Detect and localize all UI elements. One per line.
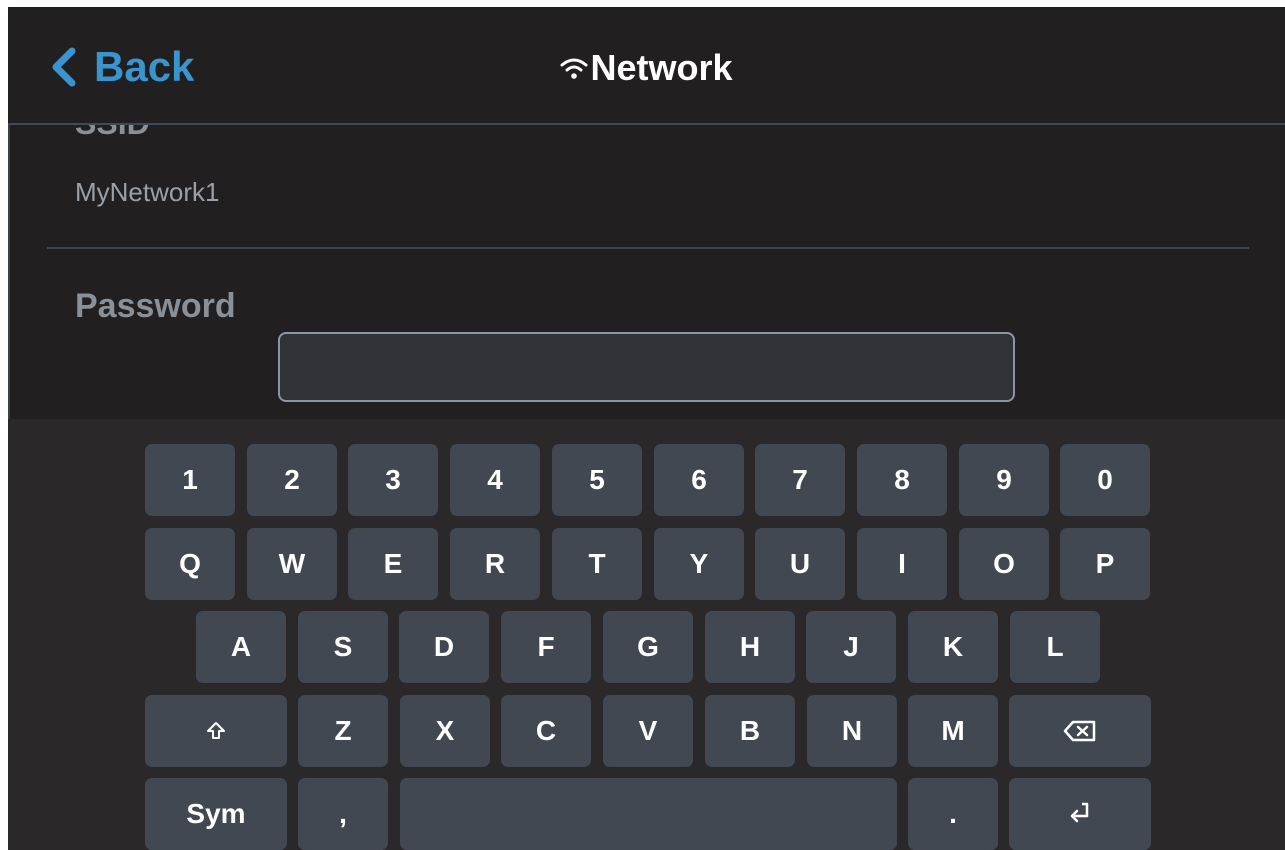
key-p[interactable]: P: [1060, 528, 1150, 600]
key-f[interactable]: F: [501, 611, 591, 683]
comma-key[interactable]: ,: [298, 778, 388, 850]
key-label: V: [638, 715, 658, 746]
key-y[interactable]: Y: [654, 528, 744, 600]
enter-return-icon: [1070, 802, 1089, 823]
key-label: X: [435, 715, 455, 746]
key-9[interactable]: 9: [959, 444, 1049, 516]
key-label: H: [739, 631, 761, 662]
key-4[interactable]: 4: [450, 444, 540, 516]
key-j[interactable]: J: [806, 611, 896, 683]
key-0[interactable]: 0: [1060, 444, 1150, 516]
on-screen-keyboard: Sym , . 1 2 3 4 5 6 7 8 9 0 Q W E R T Y U I O P A S D F G H J K L Z X C…: [8, 419, 1285, 850]
key-label: E: [383, 548, 403, 579]
page-title-text: Network: [590, 47, 733, 88]
comma-key-label: ,: [339, 798, 347, 829]
ssid-value: MyNetwork1: [75, 177, 220, 207]
key-3[interactable]: 3: [348, 444, 438, 516]
key-q[interactable]: Q: [145, 528, 235, 600]
network-settings-panel: SSID MyNetwork1 Password: [8, 125, 1285, 419]
key-label: 8: [894, 464, 910, 495]
key-z[interactable]: Z: [298, 695, 388, 767]
key-label: 9: [996, 464, 1012, 495]
key-8[interactable]: 8: [857, 444, 947, 516]
sym-key[interactable]: Sym: [145, 778, 287, 850]
key-label: F: [537, 631, 555, 662]
panel-edge: [8, 125, 10, 419]
key-label: 3: [385, 464, 401, 495]
divider: [47, 247, 1249, 249]
key-label: W: [278, 548, 306, 579]
period-key-label: .: [949, 798, 957, 829]
key-5[interactable]: 5: [552, 444, 642, 516]
key-label: J: [843, 631, 859, 662]
key-label: 5: [589, 464, 605, 495]
key-label: B: [739, 715, 761, 746]
key-label: N: [841, 715, 863, 746]
period-key[interactable]: .: [908, 778, 998, 850]
key-label: D: [433, 631, 455, 662]
key-label: O: [993, 548, 1015, 579]
key-v[interactable]: V: [603, 695, 693, 767]
key-label: 6: [691, 464, 707, 495]
key-label: R: [484, 548, 506, 579]
key-label: I: [898, 548, 906, 579]
key-h[interactable]: H: [705, 611, 795, 683]
key-l[interactable]: L: [1010, 611, 1100, 683]
key-label: Q: [179, 548, 201, 579]
key-label: C: [535, 715, 557, 746]
password-label: Password: [75, 287, 236, 325]
key-x[interactable]: X: [400, 695, 490, 767]
key-2[interactable]: 2: [247, 444, 337, 516]
key-1[interactable]: 1: [145, 444, 235, 516]
page-title: Network: [8, 43, 1285, 93]
key-label: 0: [1097, 464, 1113, 495]
ssid-label: SSID: [75, 125, 150, 142]
key-label: M: [941, 715, 965, 746]
enter-key[interactable]: [1009, 778, 1151, 850]
sym-key-label: Sym: [186, 798, 246, 829]
key-a[interactable]: A: [196, 611, 286, 683]
space-bar[interactable]: [400, 778, 897, 850]
key-label: 7: [792, 464, 808, 495]
key-label: Y: [689, 548, 709, 579]
key-k[interactable]: K: [908, 611, 998, 683]
key-n[interactable]: N: [807, 695, 897, 767]
key-label: K: [942, 631, 964, 662]
key-label: A: [230, 631, 252, 662]
key-u[interactable]: U: [755, 528, 845, 600]
app-window: Back Network SSID MyNetwork1 Password: [8, 7, 1285, 850]
key-c[interactable]: C: [501, 695, 591, 767]
key-label: 4: [487, 464, 503, 495]
key-label: 2: [284, 464, 300, 495]
key-label: Z: [334, 715, 352, 746]
shift-key[interactable]: [145, 695, 287, 767]
key-d[interactable]: D: [399, 611, 489, 683]
backspace-key[interactable]: [1009, 695, 1151, 767]
key-label: L: [1046, 631, 1064, 662]
key-label: G: [637, 631, 659, 662]
key-6[interactable]: 6: [654, 444, 744, 516]
key-t[interactable]: T: [552, 528, 642, 600]
key-e[interactable]: E: [348, 528, 438, 600]
key-w[interactable]: W: [247, 528, 337, 600]
key-b[interactable]: B: [705, 695, 795, 767]
key-7[interactable]: 7: [755, 444, 845, 516]
backspace-icon: [1063, 720, 1096, 742]
key-label: 1: [182, 464, 198, 495]
wifi-icon: [560, 58, 588, 79]
key-label: T: [588, 548, 606, 579]
key-g[interactable]: G: [603, 611, 693, 683]
password-input[interactable]: [278, 332, 1015, 402]
key-r[interactable]: R: [450, 528, 540, 600]
key-m[interactable]: M: [908, 695, 998, 767]
key-s[interactable]: S: [298, 611, 388, 683]
key-label: P: [1095, 548, 1115, 579]
header-bar: Back Network: [8, 7, 1285, 125]
key-o[interactable]: O: [959, 528, 1049, 600]
shift-arrow-icon: [207, 722, 225, 739]
key-i[interactable]: I: [857, 528, 947, 600]
key-label: S: [333, 631, 353, 662]
key-label: U: [789, 548, 811, 579]
